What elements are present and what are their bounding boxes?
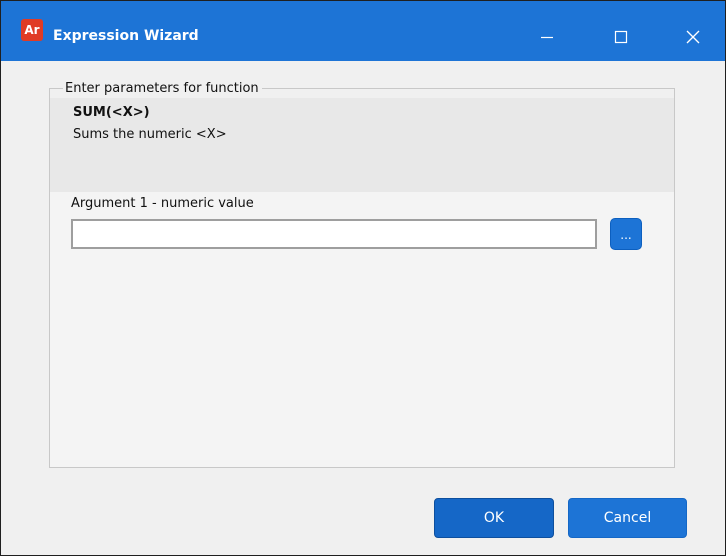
- maximize-button[interactable]: [601, 19, 641, 55]
- window-title: Expression Wizard: [53, 28, 199, 44]
- function-description: Sums the numeric <X>: [73, 127, 227, 142]
- close-icon: [686, 30, 700, 44]
- ok-button[interactable]: OK: [434, 498, 554, 538]
- minimize-icon: [541, 36, 553, 39]
- title-bar[interactable]: Ar Expression Wizard: [1, 1, 725, 61]
- minimize-button[interactable]: [527, 19, 567, 55]
- function-name: SUM(<X>): [73, 105, 150, 120]
- close-button[interactable]: [673, 19, 713, 55]
- maximize-icon: [614, 30, 628, 44]
- argument-1-browse-button[interactable]: ...: [610, 218, 642, 250]
- app-icon: Ar: [21, 19, 43, 41]
- cancel-button[interactable]: Cancel: [568, 498, 687, 538]
- expression-wizard-window: Ar Expression Wizard Enter parameters fo…: [0, 0, 726, 556]
- argument-1-label: Argument 1 - numeric value: [71, 196, 254, 211]
- argument-1-input[interactable]: [71, 219, 597, 249]
- groupbox-legend: Enter parameters for function: [63, 81, 262, 97]
